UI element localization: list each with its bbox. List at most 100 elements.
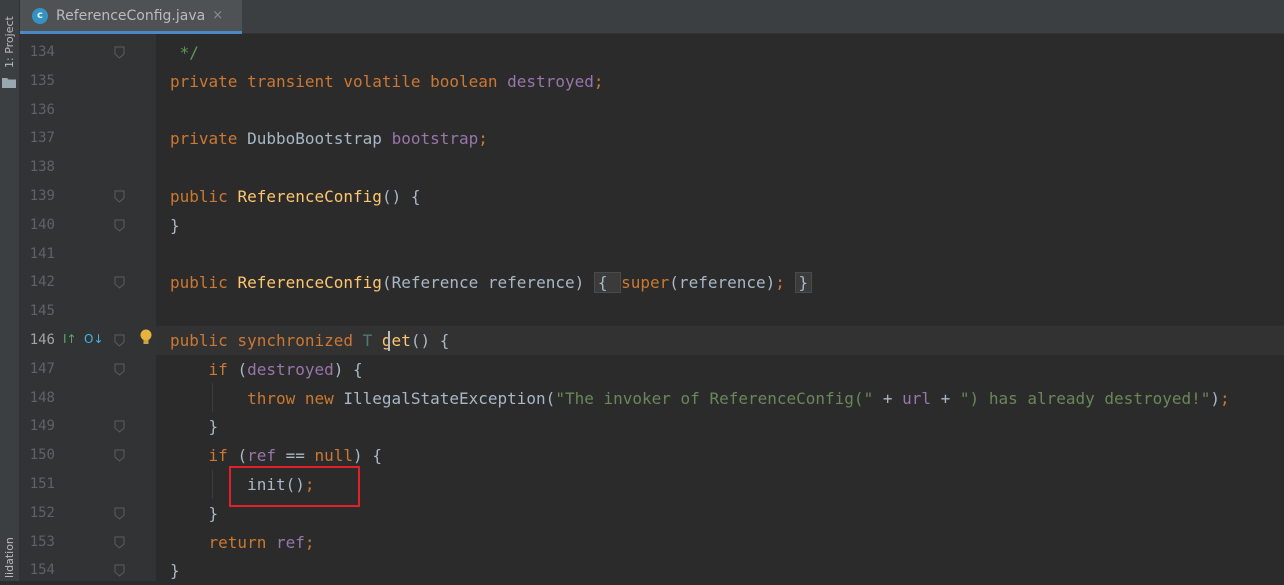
code-text[interactable]: private transient volatile boolean destr… (170, 67, 604, 96)
code-line-146[interactable]: 146 public synchronized T get() {I↑ O↓ (0, 326, 1284, 355)
code-text[interactable]: public ReferenceConfig(Reference referen… (170, 268, 813, 297)
fold-marker-icon[interactable] (114, 363, 125, 376)
code-token: ref (275, 532, 305, 552)
code-token: if (170, 359, 238, 379)
code-text[interactable]: public ReferenceConfig() { (170, 182, 420, 211)
code-line-152[interactable]: 152 } (0, 499, 1284, 528)
code-text[interactable]: public synchronized T get() { (170, 326, 449, 355)
fold-marker-icon[interactable] (114, 449, 125, 462)
tab-title: ReferenceConfig.java (56, 7, 206, 24)
line-number: 149 (29, 418, 55, 435)
line-number: 135 (29, 72, 55, 89)
code-token: () { (381, 187, 421, 206)
code-line-140[interactable]: 140} (0, 211, 1284, 240)
fold-marker-icon[interactable] (114, 276, 125, 290)
code-token: } (170, 561, 180, 581)
code-text[interactable]: } (170, 412, 219, 441)
code-token: } (170, 503, 219, 523)
code-token: ) { (333, 359, 363, 379)
code-token: bootstrap (391, 129, 479, 149)
indent-guide (212, 383, 213, 412)
intention-bulb-icon[interactable] (140, 329, 152, 347)
code-token: } (170, 417, 219, 437)
code-text[interactable]: } (170, 499, 219, 528)
line-number: 152 (29, 504, 55, 521)
fold-marker-icon[interactable] (114, 46, 125, 59)
fold-marker-icon[interactable] (114, 219, 125, 232)
fold-marker-icon[interactable] (114, 507, 125, 520)
code-line-150[interactable]: 150 if (ref == null) { (0, 441, 1284, 470)
code-line-136[interactable]: 136 (0, 96, 1284, 125)
line-number: 134 (29, 44, 55, 60)
code-token: ReferenceConfig (237, 187, 382, 206)
code-token: IllegalStateException( (343, 388, 556, 408)
code-token: */ (170, 43, 199, 62)
code-token: ) { (353, 446, 382, 466)
line-number: 150 (29, 447, 55, 464)
line-number: 145 (29, 303, 55, 320)
code-line-153[interactable]: 153 return ref; (0, 528, 1284, 557)
code-line-141[interactable]: 141 (0, 240, 1284, 269)
fold-marker-icon[interactable] (114, 334, 125, 347)
code-token: { (593, 272, 622, 294)
indent-guide (212, 470, 213, 499)
fold-marker-icon[interactable] (114, 420, 125, 434)
code-text[interactable]: */ (170, 38, 199, 67)
code-token: if (170, 446, 238, 466)
code-token: super (621, 273, 670, 293)
text-caret (388, 331, 390, 351)
code-line-135[interactable]: 135 private transient volatile boolean de… (0, 67, 1284, 96)
code-line-145[interactable]: 145 (0, 297, 1284, 326)
code-token: destroyed (247, 359, 334, 379)
code-line-142[interactable]: 142 public ReferenceConfig(Reference refe… (0, 268, 1284, 297)
implements-method-icon[interactable]: I↑ (63, 332, 77, 346)
line-number: 148 (29, 389, 55, 406)
code-line-139[interactable]: 139 public ReferenceConfig() { (0, 182, 1284, 211)
java-class-icon: c (32, 7, 48, 24)
code-token: T (362, 331, 382, 350)
code-text[interactable]: private DubboBootstrap bootstrap; (170, 124, 488, 153)
line-number: 142 (29, 274, 55, 291)
code-text[interactable]: } (170, 211, 180, 240)
fold-marker-icon[interactable] (114, 564, 125, 578)
code-line-148[interactable]: 148 throw new IllegalStateException("The… (0, 384, 1284, 413)
code-token: ( (237, 446, 248, 466)
code-token: DubboBootstrap (247, 129, 392, 149)
line-number: 136 (29, 101, 55, 118)
code-token: private (170, 129, 248, 149)
code-token: null (314, 446, 354, 466)
fold-marker-icon[interactable] (114, 536, 125, 549)
code-token: ref (247, 446, 276, 466)
overridden-method-icon[interactable]: O↓ (84, 332, 104, 346)
code-token: public (170, 187, 238, 206)
code-line-134[interactable]: 134 */ (0, 38, 1284, 67)
code-token: ; (478, 129, 488, 149)
code-token: } (170, 215, 180, 235)
code-token: + (873, 388, 903, 408)
code-token: url (902, 388, 932, 408)
fold-marker-icon[interactable] (114, 190, 125, 203)
line-number: 140 (29, 216, 55, 233)
code-token: destroyed (507, 71, 594, 91)
editor-tab-bar: c ReferenceConfig.java × (20, 0, 1284, 34)
code-line-147[interactable]: 147 if (destroyed) { (0, 355, 1284, 384)
line-number: 137 (29, 130, 55, 147)
code-text[interactable]: throw new IllegalStateException("The inv… (170, 384, 1230, 413)
line-number: 147 (29, 360, 55, 377)
code-token: } (794, 272, 813, 294)
code-token: public (170, 273, 238, 293)
tab-referenceconfig-java[interactable]: c ReferenceConfig.java × (20, 0, 242, 34)
code-token: (reference) (669, 273, 776, 293)
code-line-151[interactable]: 151 init(); (0, 470, 1284, 499)
code-text[interactable]: if (destroyed) { (170, 355, 363, 384)
code-token: ; (775, 273, 795, 293)
code-token: + (931, 388, 960, 408)
code-line-149[interactable]: 149 } (0, 412, 1284, 441)
code-token: get (381, 331, 411, 350)
code-text[interactable]: return ref; (170, 528, 315, 557)
close-tab-icon[interactable]: × (212, 8, 223, 23)
code-line-138[interactable]: 138 (0, 153, 1284, 182)
code-token: ; (1220, 388, 1230, 408)
code-line-137[interactable]: 137 private DubboBootstrap bootstrap; (0, 124, 1284, 153)
code-token: "The invoker of ReferenceConfig(" (555, 388, 874, 408)
